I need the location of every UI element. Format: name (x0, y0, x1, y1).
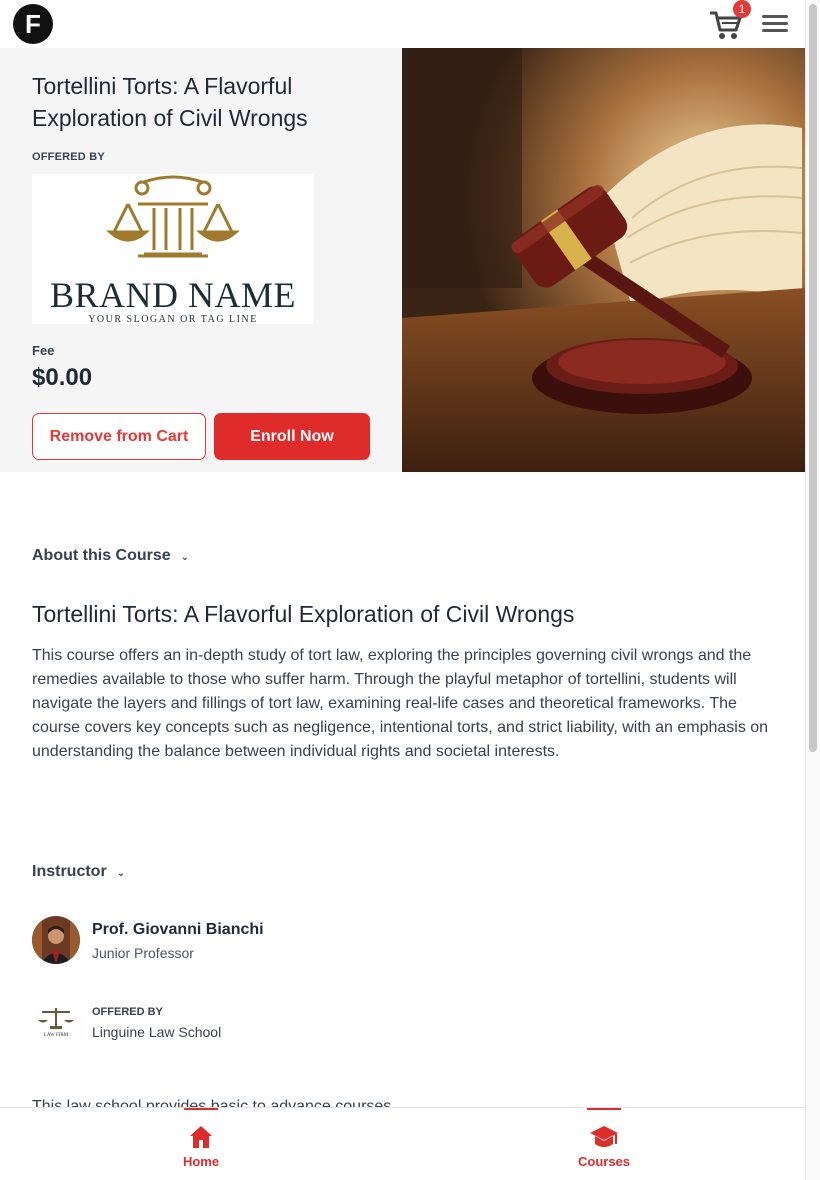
instructor-role: Junior Professor (92, 945, 194, 961)
offered-by-label: OFFERED BY (32, 151, 105, 163)
instructor-name[interactable]: Prof. Giovanni Bianchi (92, 921, 264, 939)
instructor-avatar[interactable] (32, 916, 80, 964)
school-offered-by-label: OFFERED BY (92, 1006, 163, 1018)
scrollbar-thumb[interactable] (809, 4, 817, 752)
enroll-now-button[interactable]: Enroll Now (214, 413, 370, 460)
course-description: This course offers an in-depth study of … (32, 647, 769, 760)
nav-courses-label: Courses (577, 1154, 631, 1169)
provider-brand-logo[interactable]: BRAND NAME YOUR SLOGAN OR TAG LINE (32, 174, 314, 325)
school-logo-text: LAW FIRM (44, 1033, 69, 1038)
scales-of-justice-icon (106, 175, 240, 258)
cart-count-badge: 1 (733, 0, 751, 18)
brand-slogan-text: YOUR SLOGAN OR TAG LINE (88, 314, 258, 325)
school-name[interactable]: Linguine Law School (92, 1024, 221, 1040)
brand-name-text: BRAND NAME (49, 275, 296, 315)
fee-label: Fee (32, 343, 55, 358)
nav-home-active-indicator (184, 1108, 218, 1110)
bottom-navigation: Home Courses (0, 1107, 805, 1180)
chevron-down-icon: ⌄ (180, 552, 190, 563)
nav-courses-active-indicator (587, 1108, 621, 1110)
gavel-and-books-image (402, 48, 805, 472)
course-hero-title: Tortellini Torts: A Flavorful Exploratio… (32, 73, 308, 131)
instructor-toggle[interactable]: Instructor ⌄ (32, 863, 125, 881)
nav-home[interactable]: Home (141, 1108, 261, 1180)
about-course-toggle-label: About this Course (32, 547, 171, 564)
remove-from-cart-button[interactable]: Remove from Cart (32, 413, 206, 460)
top-header: F 1 (0, 0, 805, 48)
about-course-toggle[interactable]: About this Course ⌄ (32, 547, 189, 565)
chevron-down-icon: ⌄ (116, 868, 126, 879)
instructor-toggle-label: Instructor (32, 863, 107, 880)
fee-value: $0.00 (32, 364, 93, 391)
app-logo[interactable]: F (13, 4, 53, 44)
hamburger-menu-icon[interactable] (760, 12, 790, 36)
graduation-cap-icon (590, 1126, 618, 1147)
school-logo[interactable]: LAW FIRM (36, 1006, 76, 1038)
nav-home-label: Home (182, 1154, 220, 1169)
course-title: Tortellini Torts: A Flavorful Exploratio… (32, 601, 575, 627)
course-hero-image (402, 48, 805, 472)
home-icon (190, 1126, 212, 1148)
nav-courses[interactable]: Courses (544, 1108, 664, 1180)
